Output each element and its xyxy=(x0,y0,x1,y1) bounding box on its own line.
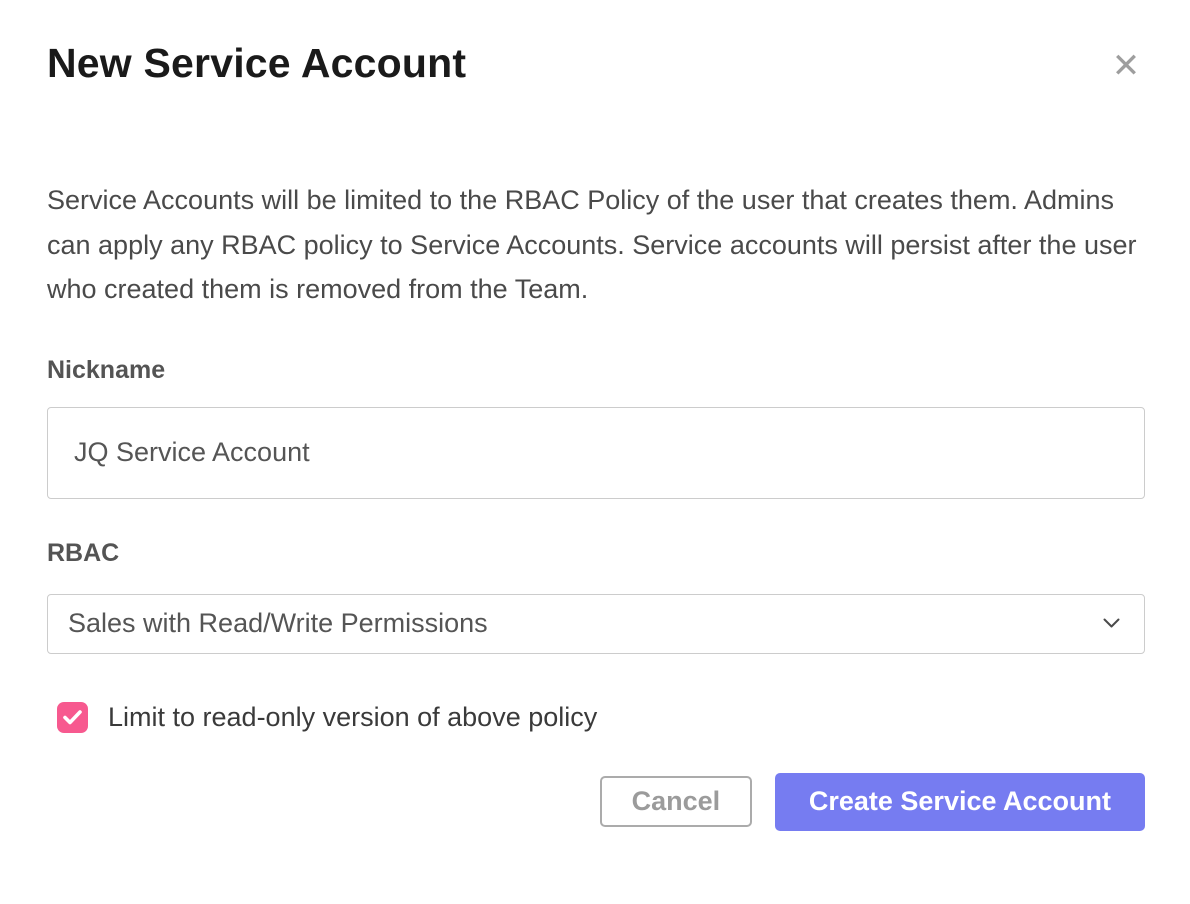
rbac-label: RBAC xyxy=(47,539,1145,568)
chevron-down-icon xyxy=(1103,618,1120,629)
rbac-select[interactable]: Sales with Read/Write Permissions xyxy=(47,594,1145,654)
close-button[interactable]: ✕ xyxy=(1106,46,1146,86)
cancel-button[interactable]: Cancel xyxy=(600,776,752,827)
limit-checkbox-label: Limit to read-only version of above poli… xyxy=(108,702,597,733)
create-service-account-button[interactable]: Create Service Account xyxy=(775,773,1145,831)
new-service-account-modal: New Service Account ✕ Service Accounts w… xyxy=(0,0,1190,904)
modal-footer: Cancel Create Service Account xyxy=(47,773,1145,831)
check-icon xyxy=(63,710,82,725)
rbac-selected-value: Sales with Read/Write Permissions xyxy=(68,608,488,639)
limit-checkbox[interactable] xyxy=(57,702,88,733)
modal-description: Service Accounts will be limited to the … xyxy=(47,178,1152,312)
modal-title: New Service Account xyxy=(47,38,1145,88)
nickname-label: Nickname xyxy=(47,356,1145,385)
limit-checkbox-row: Limit to read-only version of above poli… xyxy=(57,702,1145,733)
nickname-input[interactable] xyxy=(47,407,1145,499)
close-icon: ✕ xyxy=(1112,47,1141,85)
